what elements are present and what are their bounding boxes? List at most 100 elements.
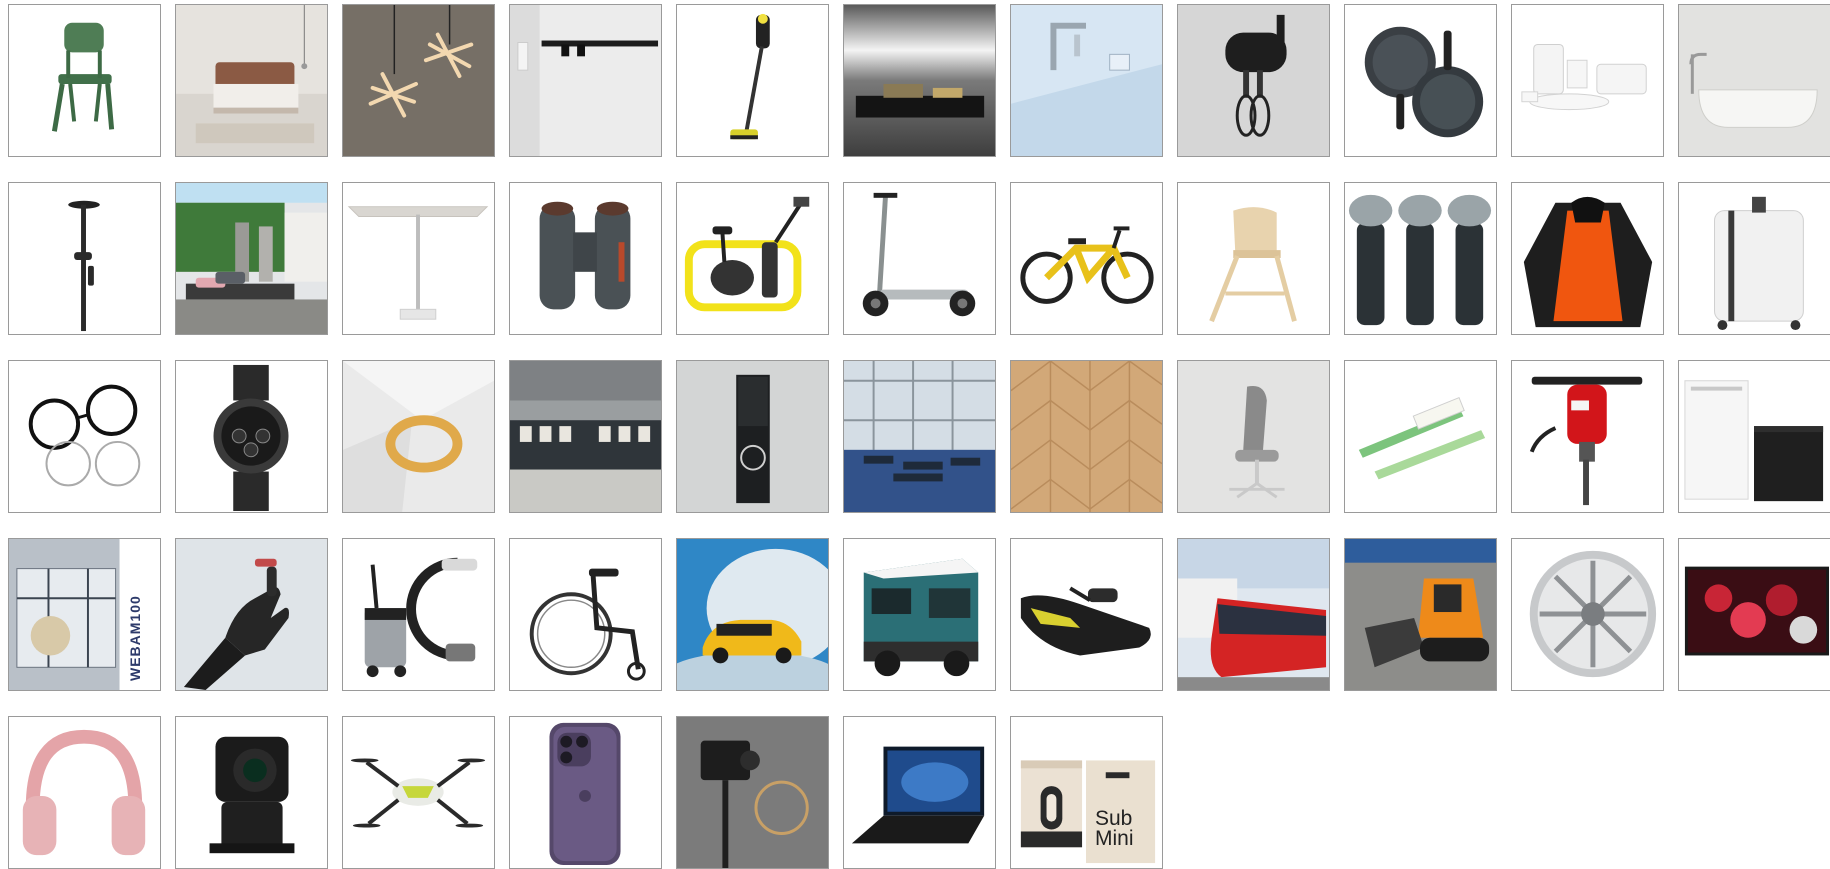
tile-chair[interactable] (8, 4, 161, 157)
tile-laptop[interactable] (843, 716, 996, 869)
tile-suitcase[interactable] (1678, 182, 1830, 335)
projector-icon (677, 717, 828, 868)
tile-watch[interactable] (175, 360, 328, 513)
camper-van-icon (863, 558, 979, 677)
tile-projector[interactable] (676, 716, 829, 869)
chair-icon (51, 22, 115, 132)
tile-tram[interactable] (1177, 538, 1330, 691)
tile-kitchen-island[interactable] (843, 4, 996, 157)
car-icon (677, 539, 828, 690)
smartphone-icon (549, 722, 621, 866)
drone-icon (350, 758, 486, 828)
tile-jacket[interactable] (1511, 182, 1664, 335)
faucet-icon (1011, 5, 1162, 156)
tile-wheelchair[interactable] (509, 538, 662, 691)
tile-high-chair[interactable] (1177, 182, 1330, 335)
tile-camper-van[interactable] (843, 538, 996, 691)
track-light-icon (510, 5, 661, 156)
subwoofer-label: Sub Mini (1095, 807, 1134, 850)
tile-parasol[interactable] (342, 182, 495, 335)
heat-pump-icon (1684, 380, 1824, 502)
tile-airport-lounge[interactable] (843, 360, 996, 513)
e-bike-icon (1020, 226, 1154, 304)
glasses-icon (28, 384, 141, 487)
product-gallery: WEBAM100 Sub Mini (0, 0, 1830, 869)
robot-hand-icon (176, 539, 327, 690)
tile-headphones[interactable] (8, 716, 161, 869)
tile-factory-machine[interactable]: WEBAM100 (8, 538, 161, 691)
tile-alloy-wheel[interactable] (1511, 538, 1664, 691)
tile-bathtub[interactable] (1678, 4, 1830, 157)
tile-garden-lounger[interactable] (175, 182, 328, 335)
tile-skid-steer[interactable] (1344, 538, 1497, 691)
garden-lounger-icon (176, 183, 327, 334)
tile-binoculars[interactable] (509, 182, 662, 335)
tile-bed[interactable] (175, 4, 328, 157)
door-station-icon (677, 361, 828, 512)
parasol-icon (347, 206, 489, 320)
airport-lounge-icon (844, 361, 995, 512)
tile-track-light[interactable] (509, 4, 662, 157)
tv-icon (1684, 566, 1830, 656)
jet-ski-icon (1020, 586, 1151, 656)
binoculars-icon (539, 201, 631, 310)
wheelchair-icon (529, 568, 646, 681)
tile-smartphone[interactable] (509, 716, 662, 869)
tile-faucet[interactable] (1010, 4, 1163, 157)
c-arm-icon (364, 557, 478, 678)
hand-mixer-icon (1178, 5, 1329, 156)
tile-frying-pans[interactable] (1344, 4, 1497, 157)
e-scooter-icon (862, 192, 976, 317)
alloy-wheel-icon (1529, 550, 1657, 678)
laptop-icon (851, 746, 985, 844)
frying-pans-icon (1364, 26, 1484, 138)
office-chair-icon (1178, 361, 1329, 512)
tile-c-arm[interactable] (342, 538, 495, 691)
tile-e-bike[interactable] (1010, 182, 1163, 335)
tile-hand-mixer[interactable] (1177, 4, 1330, 157)
tile-subwoofer[interactable]: Sub Mini (1010, 716, 1163, 869)
tile-exercise-bike[interactable] (676, 182, 829, 335)
tile-car[interactable] (676, 538, 829, 691)
tile-jet-ski[interactable] (1010, 538, 1163, 691)
tile-glasses[interactable] (8, 360, 161, 513)
tile-parquet-floor[interactable] (1010, 360, 1163, 513)
tile-office-chair[interactable] (1177, 360, 1330, 513)
tile-door-station[interactable] (676, 360, 829, 513)
kitchen-island-icon (844, 5, 995, 156)
watch-icon (213, 364, 289, 512)
tile-store-interior[interactable] (509, 360, 662, 513)
subwoofer-icon (1020, 760, 1156, 864)
high-chair-icon (1209, 207, 1297, 323)
jacket-icon (1523, 196, 1653, 328)
tile-pendant-lamp[interactable] (342, 4, 495, 157)
tile-drone[interactable] (342, 716, 495, 869)
shower-icon (68, 200, 100, 332)
tile-tableware[interactable] (1511, 4, 1664, 157)
exercise-bike-icon (684, 196, 810, 312)
bracelet-icon (343, 361, 494, 512)
pendant-lamp-icon (343, 5, 494, 156)
bathtub-icon (1679, 5, 1830, 156)
machine-label: WEBAM100 (127, 595, 143, 681)
headphones-icon (22, 729, 146, 856)
tile-e-scooter[interactable] (843, 182, 996, 335)
tile-bracelet[interactable] (342, 360, 495, 513)
tile-tv[interactable] (1678, 538, 1830, 691)
tableware-icon (1521, 43, 1647, 111)
pens-icon (1358, 397, 1486, 480)
tile-shower[interactable] (8, 182, 161, 335)
tile-heat-pump[interactable] (1678, 360, 1830, 513)
shavers-icon (1348, 194, 1492, 326)
tile-jackhammer[interactable] (1511, 360, 1664, 513)
tile-pens[interactable] (1344, 360, 1497, 513)
tile-robot-hand[interactable] (175, 538, 328, 691)
vacuum-icon (730, 13, 770, 140)
tile-shavers[interactable] (1344, 182, 1497, 335)
tile-ptz-camera[interactable] (175, 716, 328, 869)
suitcase-icon (1714, 196, 1804, 331)
parquet-floor-icon (1011, 361, 1162, 512)
tile-vacuum[interactable] (676, 4, 829, 157)
tram-icon (1178, 539, 1329, 690)
store-interior-icon (510, 361, 661, 512)
